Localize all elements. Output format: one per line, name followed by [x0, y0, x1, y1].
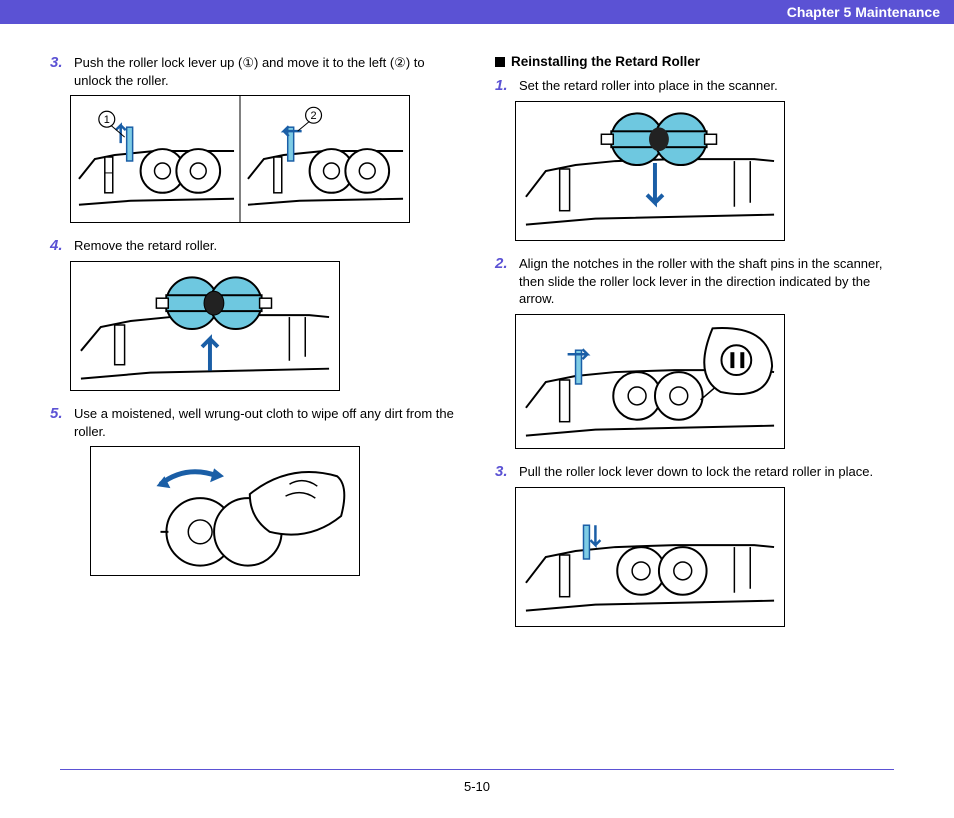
step-text: Set the retard roller into place in the …	[519, 77, 904, 95]
figure-wipe-roller	[90, 446, 360, 576]
step-text: Use a moistened, well wrung-out cloth to…	[74, 405, 459, 440]
chapter-header: Chapter 5 Maintenance	[0, 0, 954, 24]
step-number: 3.	[50, 54, 68, 72]
footer-rule	[60, 769, 894, 770]
step-number: 1.	[495, 77, 513, 95]
figure-remove-roller	[70, 261, 340, 391]
page-body: 3. Push the roller lock lever up (①) and…	[0, 24, 954, 641]
step-number: 5.	[50, 405, 68, 423]
square-bullet-icon	[495, 57, 505, 67]
right-column: Reinstalling the Retard Roller 1. Set th…	[495, 54, 904, 641]
step-4: 4. Remove the retard roller.	[50, 237, 459, 391]
step-text: Pull the roller lock lever down to lock …	[519, 463, 904, 481]
rstep-1: 1. Set the retard roller into place in t…	[495, 77, 904, 241]
step-text: Remove the retard roller.	[74, 237, 459, 255]
step-number: 4.	[50, 237, 68, 255]
page-number: 5-10	[0, 779, 954, 794]
step-number: 2.	[495, 255, 513, 273]
step-3: 3. Push the roller lock lever up (①) and…	[50, 54, 459, 223]
step-text: Align the notches in the roller with the…	[519, 255, 904, 308]
chapter-title: Chapter 5 Maintenance	[787, 4, 940, 20]
figure-unlock-roller: 1	[70, 95, 410, 223]
figure-align-notches	[515, 314, 785, 449]
section-title-text: Reinstalling the Retard Roller	[511, 54, 700, 69]
left-column: 3. Push the roller lock lever up (①) and…	[50, 54, 459, 641]
figure-set-roller	[515, 101, 785, 241]
svg-text:2: 2	[311, 110, 317, 122]
figure-lock-roller	[515, 487, 785, 627]
section-heading: Reinstalling the Retard Roller	[495, 54, 904, 69]
rstep-3: 3. Pull the roller lock lever down to lo…	[495, 463, 904, 627]
rstep-2: 2. Align the notches in the roller with …	[495, 255, 904, 449]
svg-text:1: 1	[104, 114, 110, 126]
step-5: 5. Use a moistened, well wrung-out cloth…	[50, 405, 459, 576]
step-text: Push the roller lock lever up (①) and mo…	[74, 54, 459, 89]
step-number: 3.	[495, 463, 513, 481]
